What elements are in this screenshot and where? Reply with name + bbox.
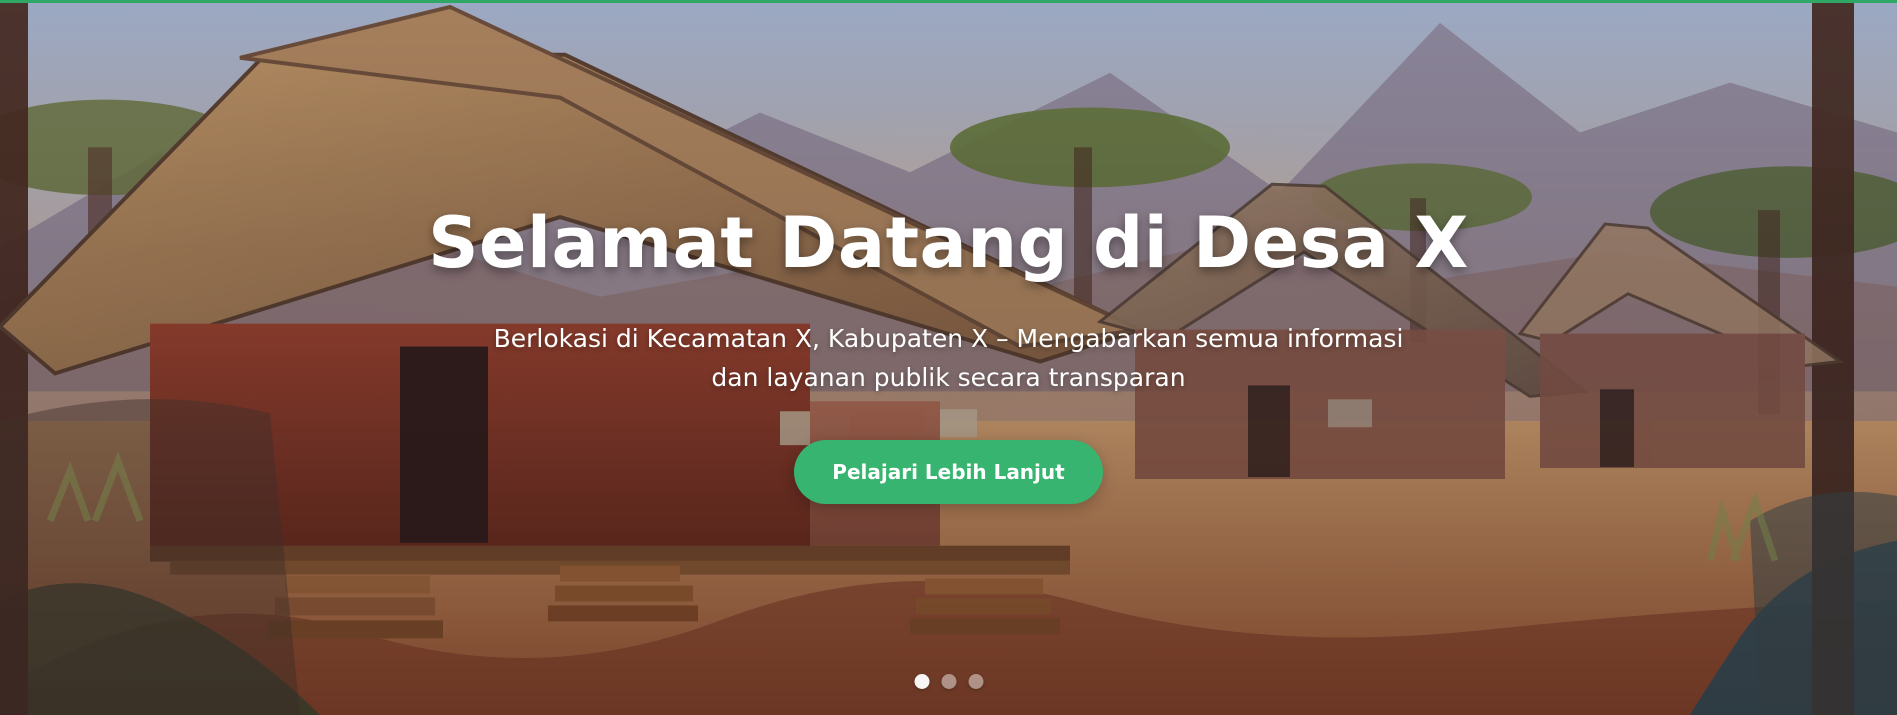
hero-banner: Selamat Datang di Desa X Berlokasi di Ke…: [0, 0, 1897, 715]
hero-title: Selamat Datang di Desa X: [428, 202, 1469, 284]
carousel-dot-icon[interactable]: [914, 674, 929, 689]
carousel-indicators: [914, 674, 983, 689]
hero-subtitle: Berlokasi di Kecamatan X, Kabupaten X – …: [459, 320, 1439, 398]
hero-subtitle-line-1: Berlokasi di Kecamatan X, Kabupaten X – …: [493, 324, 1404, 353]
carousel-dot-icon[interactable]: [941, 674, 956, 689]
learn-more-button[interactable]: Pelajari Lebih Lanjut: [794, 439, 1103, 504]
carousel-dot-icon[interactable]: [968, 674, 983, 689]
hero-content: Selamat Datang di Desa X Berlokasi di Ke…: [0, 208, 1897, 504]
hero-subtitle-line-2: dan layanan publik secara transparan: [711, 362, 1186, 392]
